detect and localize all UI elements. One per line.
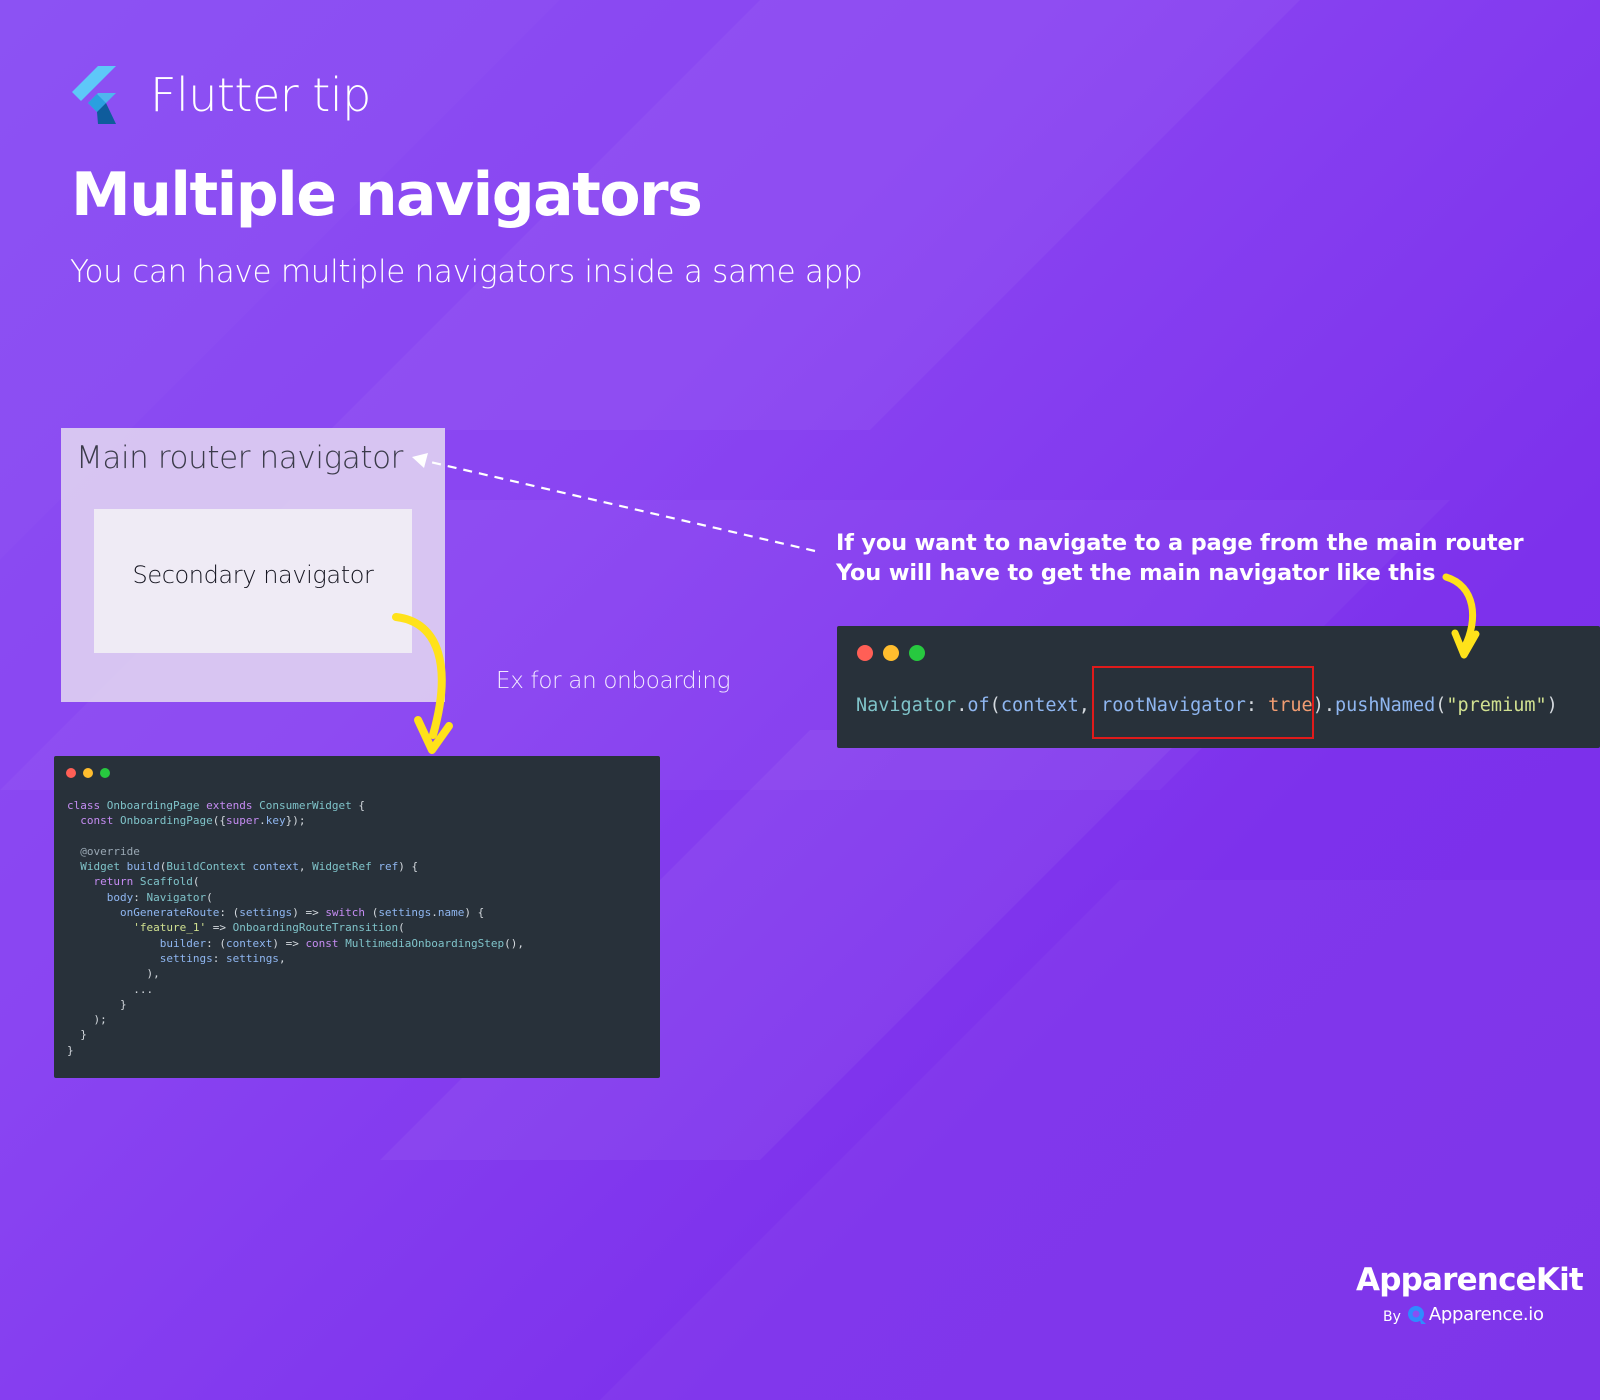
secondary-navigator-box: Secondary navigator: [94, 509, 412, 653]
code-line: settings: settings,: [159, 951, 286, 965]
maximize-dot-icon: [100, 768, 110, 778]
brand-company-name: Apparence.io: [1428, 1304, 1544, 1325]
brand-footer: ApparenceKit By Apparence.io: [1356, 1262, 1584, 1325]
onboarding-code-window: class OnboardingPage extends ConsumerWid…: [54, 756, 660, 1078]
code-line: }: [119, 997, 127, 1011]
brand-by-row: By Apparence.io: [1383, 1304, 1544, 1325]
instruction-line-1: If you want to navigate to a page from t…: [836, 530, 1524, 556]
code-line: 'feature_1' => OnboardingRouteTransition…: [133, 921, 405, 935]
code-block: class OnboardingPage extends ConsumerWid…: [67, 798, 524, 1058]
instruction-line-2: You will have to get the main navigator …: [836, 560, 1436, 586]
brand-by-label: By: [1383, 1308, 1401, 1325]
apparence-logo-icon: [1407, 1305, 1426, 1324]
example-caption: Ex for an onboarding: [496, 668, 731, 694]
close-dot-icon: [857, 645, 873, 661]
page-title: Multiple navigators: [71, 160, 703, 230]
flutter-logo-icon: [72, 66, 116, 124]
page-subtitle: You can have multiple navigators inside …: [70, 254, 863, 290]
code-line: return Scaffold(: [93, 875, 200, 889]
close-dot-icon: [66, 768, 76, 778]
main-router-navigator-box: Main router navigator Secondary navigato…: [61, 428, 445, 702]
code-line: ...: [133, 982, 154, 996]
code-line: onGenerateRoute: (settings) => switch (s…: [119, 906, 485, 920]
code-line: }: [67, 1043, 74, 1057]
code-line: const OnboardingPage({super.key});: [80, 814, 306, 828]
code-line: class OnboardingPage extends ConsumerWid…: [67, 799, 366, 812]
brand-name: ApparenceKit: [1356, 1262, 1584, 1298]
root-navigator-code-window: Navigator.of(context, rootNavigator: tru…: [837, 626, 1600, 748]
tip-label: Flutter tip: [150, 68, 371, 122]
code-line: @override: [80, 844, 140, 858]
code-line: body: Navigator(: [106, 890, 213, 904]
code-line: builder: (context) => const MultimediaOn…: [159, 936, 525, 950]
instruction-text: If you want to navigate to a page from t…: [836, 528, 1524, 588]
code-line: ),: [146, 967, 160, 981]
code-line: }: [80, 1028, 87, 1042]
main-router-label: Main router navigator: [76, 440, 404, 476]
maximize-dot-icon: [909, 645, 925, 661]
minimize-dot-icon: [883, 645, 899, 661]
code-line: );: [93, 1013, 107, 1027]
window-controls: [66, 768, 117, 778]
code-line: Widget build(BuildContext context, Widge…: [80, 860, 419, 874]
window-controls: [857, 645, 935, 661]
root-navigator-highlight: [1092, 666, 1314, 739]
minimize-dot-icon: [83, 768, 93, 778]
secondary-navigator-label: Secondary navigator: [132, 561, 374, 589]
